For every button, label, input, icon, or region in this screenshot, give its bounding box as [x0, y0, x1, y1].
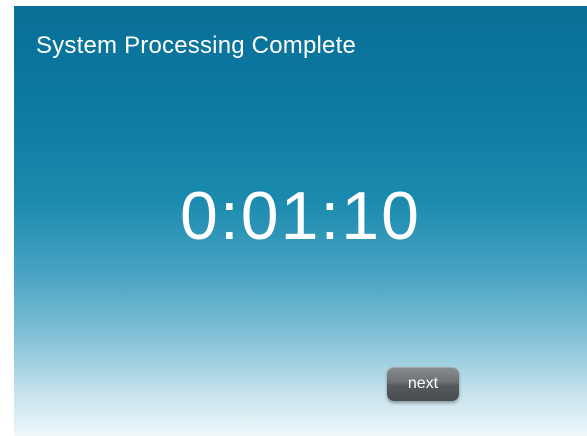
next-button-label: next	[407, 375, 439, 392]
completion-screen: System Processing Complete 0:01:10 next	[14, 6, 587, 436]
window-frame: System Processing Complete 0:01:10 next	[0, 0, 587, 436]
next-button[interactable]: next	[387, 367, 459, 401]
page-title: System Processing Complete	[36, 32, 356, 59]
elapsed-time-display: 0:01:10	[180, 178, 421, 254]
